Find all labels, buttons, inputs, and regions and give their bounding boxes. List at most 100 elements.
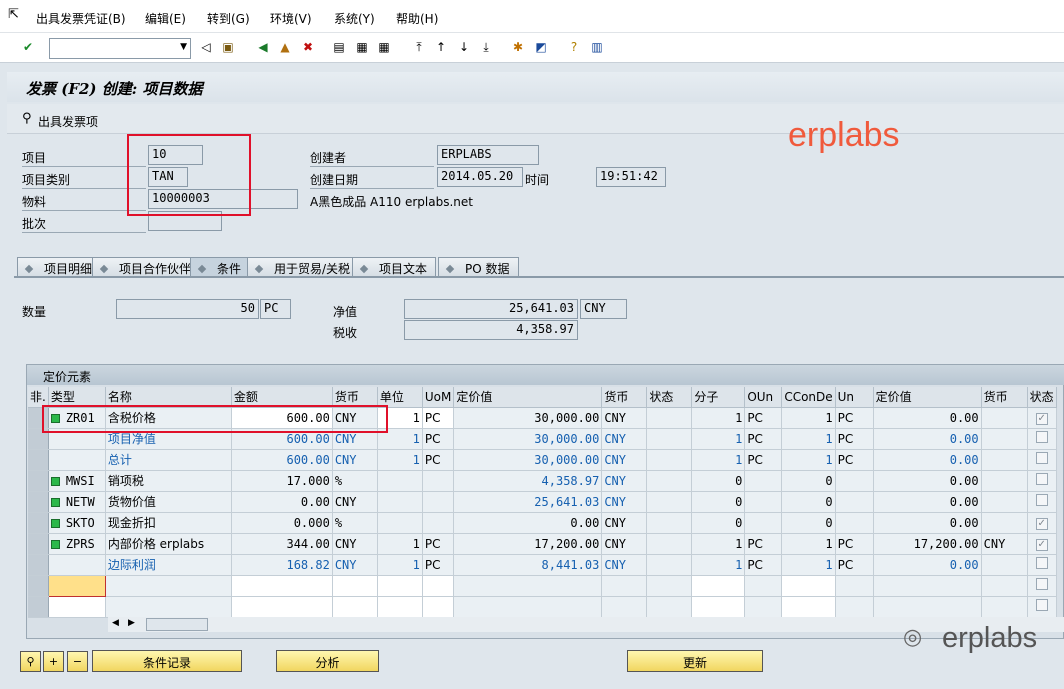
status-checkbox[interactable]: [1035, 494, 1048, 506]
row-selector[interactable]: [28, 554, 49, 576]
empty-cell[interactable]: [646, 596, 693, 618]
status-checkbox-cell[interactable]: ✓: [1027, 512, 1057, 534]
col-header[interactable]: 金额: [231, 387, 333, 408]
condition-type-cell[interactable]: [48, 449, 106, 471]
next-page-icon[interactable]: ↓: [455, 38, 473, 56]
col-header[interactable]: 货币: [332, 387, 378, 408]
chevron-down-icon[interactable]: ▼: [180, 42, 187, 52]
col-header[interactable]: 非.: [28, 387, 49, 408]
status-checkbox[interactable]: [1035, 557, 1048, 569]
uom-cell[interactable]: PC: [422, 554, 455, 576]
command-field[interactable]: ▼: [49, 38, 191, 59]
tab-po-data[interactable]: PO 数据: [438, 257, 519, 277]
insert-row-icon[interactable]: +: [43, 651, 64, 672]
status-checkbox[interactable]: [1035, 473, 1048, 485]
currency-cell[interactable]: CNY: [332, 449, 378, 471]
tab-item-partners[interactable]: 项目合作伙伴: [92, 257, 201, 277]
menu-item-help[interactable]: 帮助(H): [396, 10, 438, 27]
row-selector[interactable]: [28, 533, 49, 555]
empty-cell[interactable]: [981, 596, 1028, 618]
condition-type-cell[interactable]: SKTO: [48, 512, 106, 534]
pricing-unit-cell[interactable]: 1: [377, 554, 423, 576]
empty-cell[interactable]: [332, 575, 378, 597]
pricing-row[interactable]: NETW 货物价值 0.00 CNY 25,641.03 CNY 0 0 0.00: [28, 491, 1057, 513]
col-header[interactable]: 定价值: [873, 387, 982, 408]
menu-item-goto[interactable]: 转到(G): [207, 10, 250, 27]
tab-conditions[interactable]: 条件: [190, 257, 251, 277]
pricing-row[interactable]: 总计 600.00 CNY 1 PC 30,000.00 CNY 1 PC 1 PC 0.00: [28, 449, 1057, 471]
analysis-button[interactable]: 分析: [276, 650, 379, 672]
col-header[interactable]: 定价值: [453, 387, 603, 408]
amount-cell[interactable]: 344.00: [231, 533, 333, 555]
scrollbar-thumb[interactable]: [146, 618, 208, 631]
status-checkbox-cell[interactable]: ✓: [1027, 533, 1057, 555]
uom-cell[interactable]: [422, 470, 455, 492]
back-icon[interactable]: ◀: [254, 38, 272, 56]
delete-row-icon[interactable]: −: [67, 651, 88, 672]
enter-icon[interactable]: ✔: [19, 38, 37, 56]
row-selector[interactable]: [28, 575, 49, 597]
empty-cell[interactable]: [47, 574, 106, 597]
prev-page-icon[interactable]: ↑: [432, 38, 450, 56]
amount-cell[interactable]: 600.00: [231, 449, 333, 471]
status-checkbox-cell[interactable]: [1027, 449, 1057, 471]
empty-cell[interactable]: [691, 575, 746, 597]
new-session-icon[interactable]: ✱: [509, 38, 527, 56]
empty-cell[interactable]: [453, 575, 603, 597]
tab-item-detail[interactable]: 项目明细: [17, 257, 102, 277]
empty-cell[interactable]: [422, 575, 455, 597]
uom-cell[interactable]: [422, 491, 455, 513]
status-checkbox[interactable]: ✓: [1035, 539, 1048, 551]
invoice-item-button[interactable]: 出具发票项: [38, 113, 98, 130]
empty-cell[interactable]: [781, 596, 836, 618]
row-selector[interactable]: [28, 512, 49, 534]
last-page-icon[interactable]: ⤓: [477, 38, 495, 56]
col-header[interactable]: 状态: [646, 387, 693, 408]
pricing-unit-cell[interactable]: [377, 512, 423, 534]
empty-cell[interactable]: [231, 575, 333, 597]
row-selector[interactable]: [28, 491, 49, 513]
amount-cell[interactable]: 17.000: [231, 470, 333, 492]
status-checkbox-cell[interactable]: [1027, 554, 1057, 576]
menu-item-edit[interactable]: 编辑(E): [145, 10, 186, 27]
first-page-icon[interactable]: ⤒: [410, 38, 428, 56]
update-button[interactable]: 更新: [627, 650, 763, 672]
col-header[interactable]: Un: [835, 387, 874, 408]
find-icon[interactable]: ▦: [353, 38, 371, 56]
currency-cell[interactable]: %: [332, 512, 378, 534]
row-selector[interactable]: [28, 596, 49, 618]
col-header[interactable]: 货币: [601, 387, 648, 408]
pricing-row[interactable]: MWSI 销项税 17.000% 4,358.97 CNY 0 0 0.00: [28, 470, 1057, 492]
find-next-icon[interactable]: ▦: [375, 38, 393, 56]
row-selector[interactable]: [28, 470, 49, 492]
pricing-unit-cell[interactable]: [377, 491, 423, 513]
empty-cell[interactable]: [835, 596, 874, 618]
col-header[interactable]: 名称: [105, 387, 232, 408]
exit-icon[interactable]: ▲: [276, 38, 294, 56]
status-checkbox[interactable]: ✓: [1035, 413, 1048, 425]
col-header[interactable]: 状态: [1027, 387, 1057, 408]
uom-cell[interactable]: PC: [422, 428, 455, 450]
system-menu-icon[interactable]: ⇱: [8, 7, 19, 22]
condition-record-button[interactable]: 条件记录: [92, 650, 242, 672]
cancel-icon[interactable]: ✖: [299, 38, 317, 56]
empty-cell[interactable]: [332, 596, 378, 618]
help-icon[interactable]: ?: [565, 38, 583, 56]
status-checkbox[interactable]: [1035, 431, 1048, 443]
pricing-unit-cell[interactable]: [377, 470, 423, 492]
empty-cell[interactable]: [835, 575, 874, 597]
amount-cell[interactable]: 0.000: [231, 512, 333, 534]
uom-cell[interactable]: [422, 512, 455, 534]
empty-cell[interactable]: [691, 596, 746, 618]
status-checkbox-cell[interactable]: [1027, 491, 1057, 513]
empty-cell[interactable]: [744, 596, 783, 618]
tab-item-text[interactable]: 项目文本: [352, 257, 437, 277]
status-checkbox[interactable]: [1035, 599, 1048, 611]
back-arrow-icon[interactable]: ◁: [197, 38, 215, 56]
shortcut-icon[interactable]: ◩: [532, 38, 550, 56]
empty-cell[interactable]: [601, 575, 648, 597]
pricing-unit-cell[interactable]: 1: [377, 533, 423, 555]
empty-cell[interactable]: [422, 596, 455, 618]
empty-cell[interactable]: [377, 596, 423, 618]
menu-item-invoice[interactable]: 出具发票凭证(B): [36, 10, 126, 27]
